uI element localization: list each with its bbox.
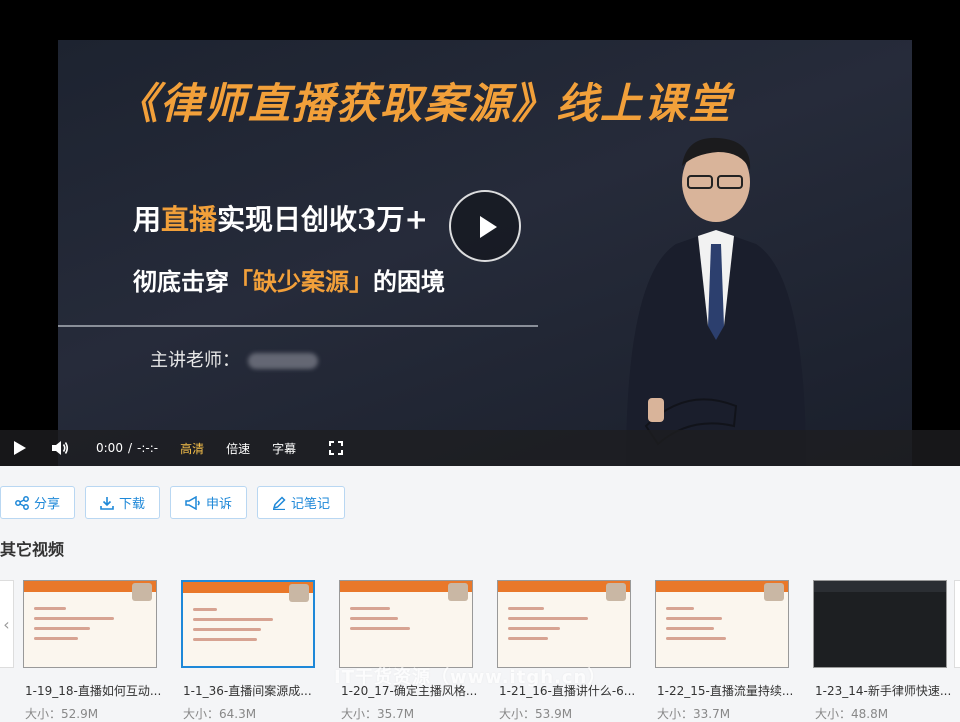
video-title: 1-19_18-直播如何互动... <box>25 684 162 698</box>
video-player[interactable]: 《律师直播获取案源》线上课堂 用直播实现日创收3万+ 彻底击穿「缺少案源」的困境… <box>0 0 960 466</box>
report-button[interactable]: 申诉 <box>170 486 248 519</box>
fullscreen-button[interactable] <box>326 438 346 458</box>
video-title: 1-23_14-新手律师快速... <box>815 684 952 698</box>
poster-headline-post: 实现日创收3万+ <box>217 203 428 236</box>
report-label: 申诉 <box>206 497 233 512</box>
blurred-name <box>248 353 318 369</box>
teacher-label: 主讲老师： <box>150 350 240 371</box>
share-icon <box>15 495 29 510</box>
download-label: 下载 <box>119 497 146 512</box>
time-separator: / <box>127 441 132 455</box>
video-title: 1-1_36-直播间案源成... <box>183 684 312 698</box>
player-controls: 0:00 / -:-:- 高清 倍速 字幕 <box>0 430 960 466</box>
video-thumbnail <box>813 580 947 668</box>
download-icon <box>100 496 114 510</box>
poster-subheadline-highlight: 「缺少案源」 <box>229 267 373 296</box>
poster-divider <box>58 325 538 327</box>
poster-teacher: 主讲老师： <box>150 346 318 372</box>
video-thumbnail <box>23 580 157 668</box>
quality-button[interactable]: 高清 <box>180 440 204 457</box>
poster-headline-pre: 用 <box>133 203 162 236</box>
big-play-button[interactable] <box>449 190 521 262</box>
share-button[interactable]: 分享 <box>0 486 76 519</box>
watermark: IT干货资源（www.itgh.cn） <box>334 667 607 688</box>
poster-headline: 用直播实现日创收3万+ <box>133 198 428 238</box>
megaphone-icon <box>185 495 200 510</box>
poster-subheadline: 彻底击穿「缺少案源」的困境 <box>133 262 445 297</box>
volume-icon <box>52 441 69 455</box>
subtitles-button[interactable]: 字幕 <box>272 440 296 457</box>
pencil-icon <box>272 495 286 510</box>
chevron-left-icon: ‹ <box>3 614 10 634</box>
video-thumbnail <box>181 580 315 668</box>
poster-title: 《律师直播获取案源》线上课堂 <box>116 79 733 128</box>
next-arrow[interactable] <box>954 580 960 668</box>
poster-headline-highlight: 直播 <box>161 203 218 236</box>
current-time: 0:00 <box>96 441 123 455</box>
time-display: 0:00 / -:-:- <box>96 441 158 455</box>
prev-arrow[interactable]: ‹ <box>0 580 14 668</box>
notes-label: 记笔记 <box>291 497 331 512</box>
video-title: 1-22_15-直播流量持续... <box>657 684 794 698</box>
video-thumbnail <box>339 580 473 668</box>
play-icon <box>14 441 26 455</box>
play-button[interactable] <box>0 430 40 466</box>
volume-button[interactable] <box>40 430 80 466</box>
notes-button[interactable]: 记笔记 <box>257 486 346 519</box>
speed-button[interactable]: 倍速 <box>226 440 250 457</box>
duration: -:-:- <box>137 441 159 455</box>
share-label: 分享 <box>34 497 61 512</box>
poster-subheadline-post: 的困境 <box>373 267 445 296</box>
video-list: ‹ 1-19_18-直播如何互动... 大小：52.9M 1-1_36-直播间案… <box>0 572 960 721</box>
poster-subheadline-pre: 彻底击穿 <box>133 267 229 296</box>
section-title: 其它视频 <box>0 540 65 559</box>
video-thumbnail <box>655 580 789 668</box>
presenter-photo <box>626 137 806 466</box>
fullscreen-icon <box>329 441 344 455</box>
video-thumbnail <box>497 580 631 668</box>
action-bar: 分享 下载 申诉 记笔记 <box>0 486 346 519</box>
download-button[interactable]: 下载 <box>85 486 161 519</box>
